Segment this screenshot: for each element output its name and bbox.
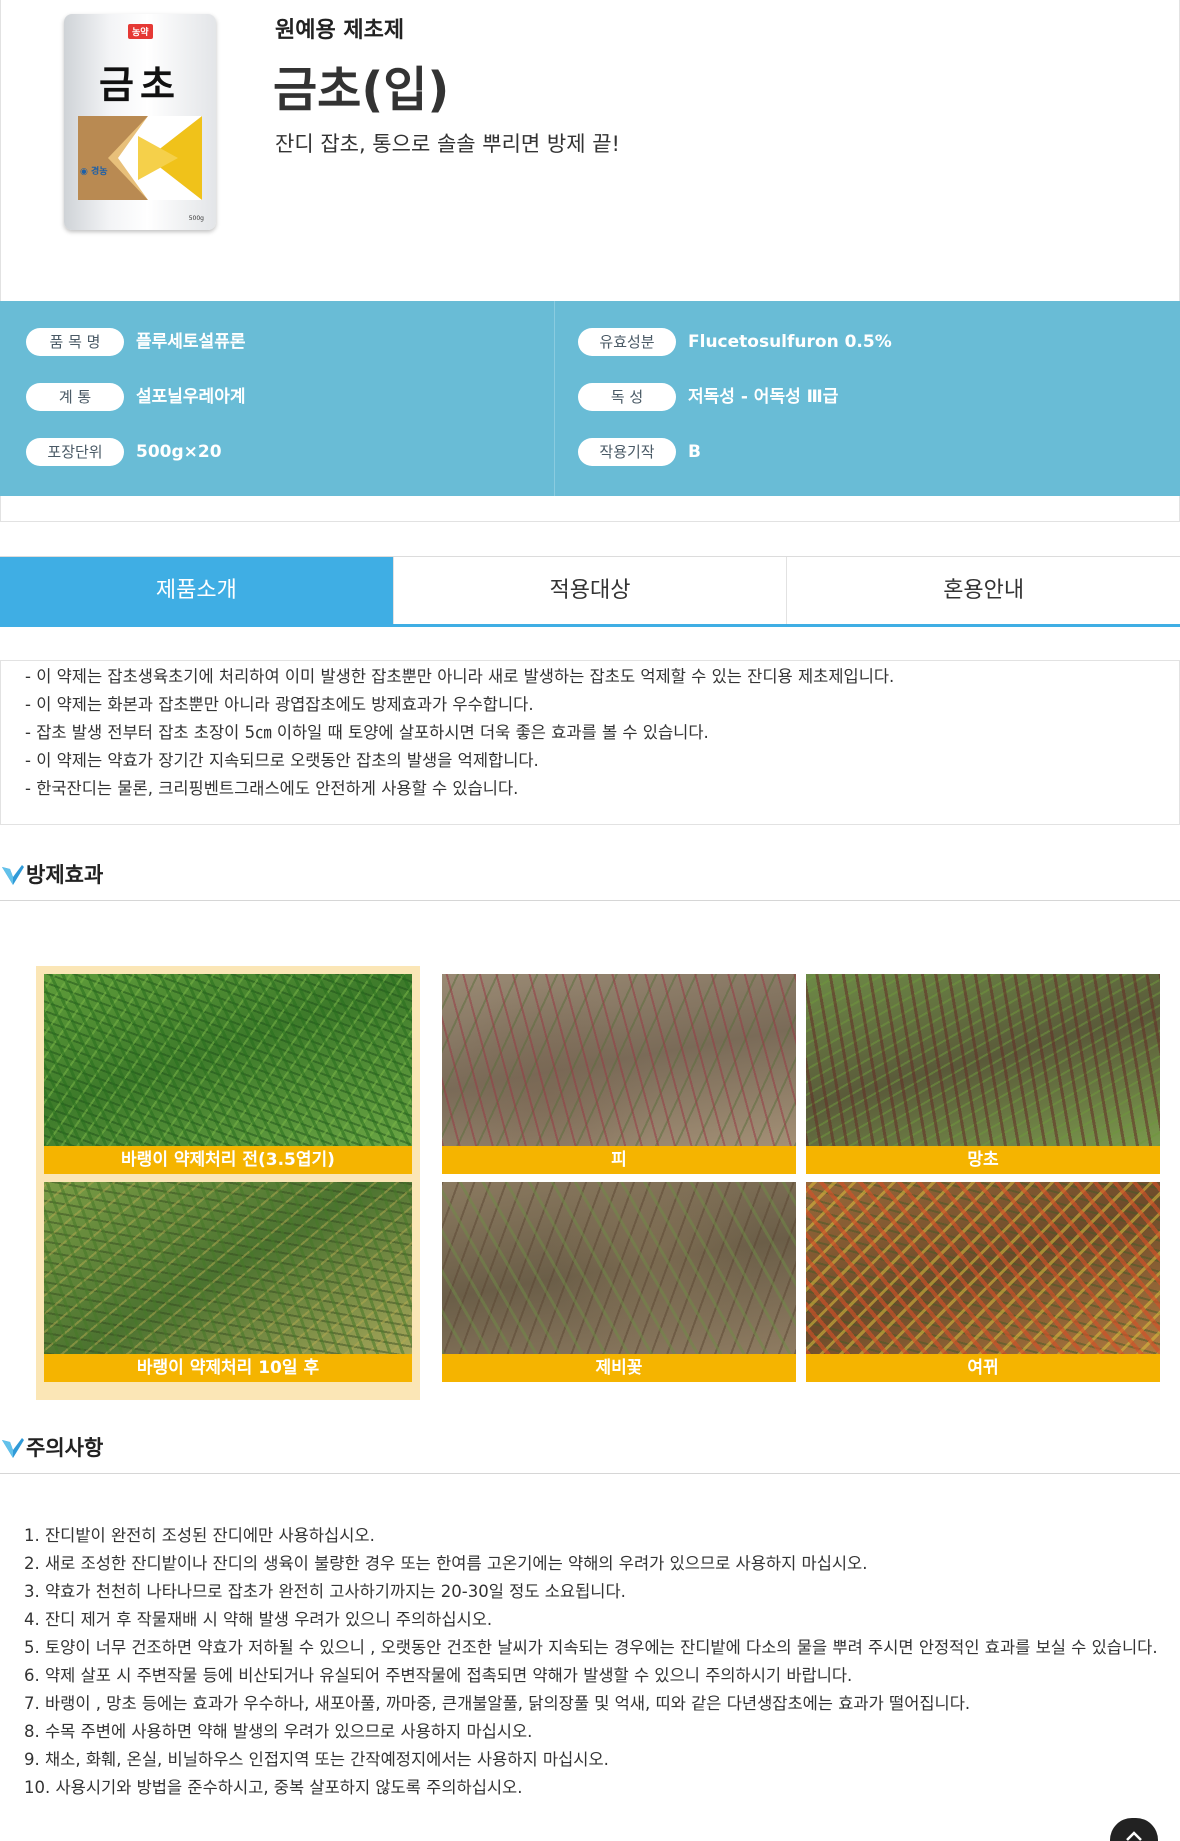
package-brand: ◉ 경농	[80, 167, 108, 177]
info-value: B	[688, 442, 701, 462]
info-value: 저독성 - 어독성 Ⅲ급	[688, 387, 839, 407]
section-heading-caution: 주의사항	[0, 1428, 1180, 1474]
caution-item: 10. 사용시기와 방법을 준수하시고, 중복 살포하지 않도록 주의하십시오.	[24, 1778, 523, 1797]
photo-barnyardgrass	[442, 974, 796, 1146]
blue-check-icon	[2, 865, 24, 885]
tab-intro[interactable]: 제품소개	[0, 557, 394, 624]
photo-knotweed	[806, 1182, 1160, 1354]
package-weight: 500g	[188, 215, 204, 222]
package-graphic	[78, 116, 202, 200]
caution-item: 7. 바랭이 , 망초 등에는 효과가 우수하나, 새포아풀, 까마중, 큰개불…	[24, 1694, 971, 1713]
effect-photo: 피	[442, 974, 796, 1174]
photo-caption: 바랭이 약제처리 전(3.5엽기)	[44, 1146, 412, 1174]
caution-item: 5. 토양이 너무 건조하면 약효가 저하될 수 있으니 , 오랫동안 건조한 …	[24, 1638, 1158, 1657]
effect-photo: 망초	[806, 974, 1160, 1174]
section-title: 주의사항	[26, 1436, 104, 1460]
product-title: 금초(입)	[273, 62, 450, 118]
package-name: 금초	[99, 63, 181, 107]
info-label: 품 목 명	[26, 328, 124, 356]
brand-logo-icon: ◉	[80, 167, 88, 177]
info-band-bottom	[0, 496, 1180, 522]
photo-caption: 바랭이 약제처리 10일 후	[44, 1354, 412, 1382]
tab-targets[interactable]: 적용대상	[394, 557, 788, 624]
intro-item: - 잡초 발생 전부터 잡초 초장이 5㎝ 이하일 때 토양에 살포하시면 더욱…	[25, 723, 709, 742]
section-heading-effect: 방제효과	[0, 855, 1180, 901]
section-title: 방제효과	[26, 863, 104, 887]
photo-crabgrass-after	[44, 1182, 412, 1354]
photo-violet	[442, 1182, 796, 1354]
caution-item: 1. 잔디밭이 완전히 조성된 잔디에만 사용하십시오.	[24, 1526, 375, 1545]
caution-list: 1. 잔디밭이 완전히 조성된 잔디에만 사용하십시오. 2. 새로 조성한 잔…	[24, 1522, 1174, 1802]
caution-item: 3. 약효가 천천히 나타나므로 잡초가 완전히 고사하기까지는 20-30일 …	[24, 1582, 626, 1601]
product-header: 농약 금초 ◉ 경농 500g 원예용 제초제 금초(입) 잔디 잡초, 통으로…	[0, 0, 1180, 301]
product-category: 원예용 제초제	[275, 18, 405, 43]
photo-caption: 여뀌	[806, 1354, 1160, 1382]
blue-check-icon	[2, 1438, 24, 1458]
caution-item: 9. 채소, 화훼, 온실, 비닐하우스 인접지역 또는 간작예정지에서는 사용…	[24, 1750, 609, 1769]
info-value: 500g×20	[136, 442, 222, 462]
effect-photo: 바랭이 약제처리 전(3.5엽기)	[44, 974, 412, 1174]
chevron-up-icon	[1126, 1831, 1142, 1841]
intro-item: - 이 약제는 잡초생육초기에 처리하여 이미 발생한 잡초뿐만 아니라 새로 …	[25, 667, 895, 686]
effect-photo: 제비꽃	[442, 1182, 796, 1382]
photo-caption: 제비꽃	[442, 1354, 796, 1382]
info-label: 독 성	[578, 383, 676, 411]
info-label: 계 통	[26, 383, 124, 411]
info-value: 플루세토설퓨론	[136, 332, 246, 352]
intro-item: - 이 약제는 약효가 장기간 지속되므로 오랫동안 잡초의 발생을 억제합니다…	[25, 751, 539, 770]
product-info-band: 품 목 명 플루세토설퓨론 계 통 설포닐우레아계 포장단위 500g×20 유…	[0, 301, 1180, 496]
photo-fleabane	[806, 974, 1160, 1146]
effect-photo-grid: 바랭이 약제처리 전(3.5엽기) 바랭이 약제처리 10일 후 피 망초 제비…	[36, 966, 1160, 1400]
info-value: 설포닐우레아계	[136, 387, 246, 407]
product-package-image: 농약 금초 ◉ 경농 500g	[64, 14, 216, 230]
photo-caption: 피	[442, 1146, 796, 1174]
tab-mixing[interactable]: 혼용안내	[787, 557, 1180, 624]
intro-item: - 한국잔디는 물론, 크리핑벤트그래스에도 안전하게 사용할 수 있습니다.	[25, 779, 519, 798]
info-label: 유효성분	[578, 328, 676, 356]
caution-item: 2. 새로 조성한 잔디밭이나 잔디의 생육이 불량한 경우 또는 한여름 고온…	[24, 1554, 868, 1573]
caution-item: 8. 수목 주변에 사용하면 약해 발생의 우려가 있으므로 사용하지 마십시오…	[24, 1722, 533, 1741]
info-label: 포장단위	[26, 438, 124, 466]
intro-item: - 이 약제는 화본과 잡초뿐만 아니라 광엽잡초에도 방제효과가 우수합니다.	[25, 695, 534, 714]
product-slogan: 잔디 잡초, 통으로 솔솔 뿌리면 방제 끝!	[275, 132, 620, 156]
effect-photo: 바랭이 약제처리 10일 후	[44, 1182, 412, 1382]
caution-item: 6. 약제 살포 시 주변작물 등에 비산되거나 유실되어 주변작물에 접촉되면…	[24, 1666, 853, 1685]
info-value: Flucetosulfuron 0.5%	[688, 332, 892, 352]
product-intro: - 이 약제는 잡초생육초기에 처리하여 이미 발생한 잡초뿐만 아니라 새로 …	[0, 660, 1180, 825]
photo-caption: 망초	[806, 1146, 1160, 1174]
info-label: 작용기작	[578, 438, 676, 466]
effect-photo: 여뀌	[806, 1182, 1160, 1382]
caution-item: 4. 잔디 제거 후 작물재배 시 약해 발생 우려가 있으니 주의하십시오.	[24, 1610, 493, 1629]
product-tabs: 제품소개 적용대상 혼용안내	[0, 556, 1180, 627]
photo-crabgrass-before	[44, 974, 412, 1146]
scroll-top-button[interactable]	[1110, 1818, 1158, 1841]
package-label: 농약	[128, 24, 153, 39]
info-divider	[554, 301, 555, 496]
